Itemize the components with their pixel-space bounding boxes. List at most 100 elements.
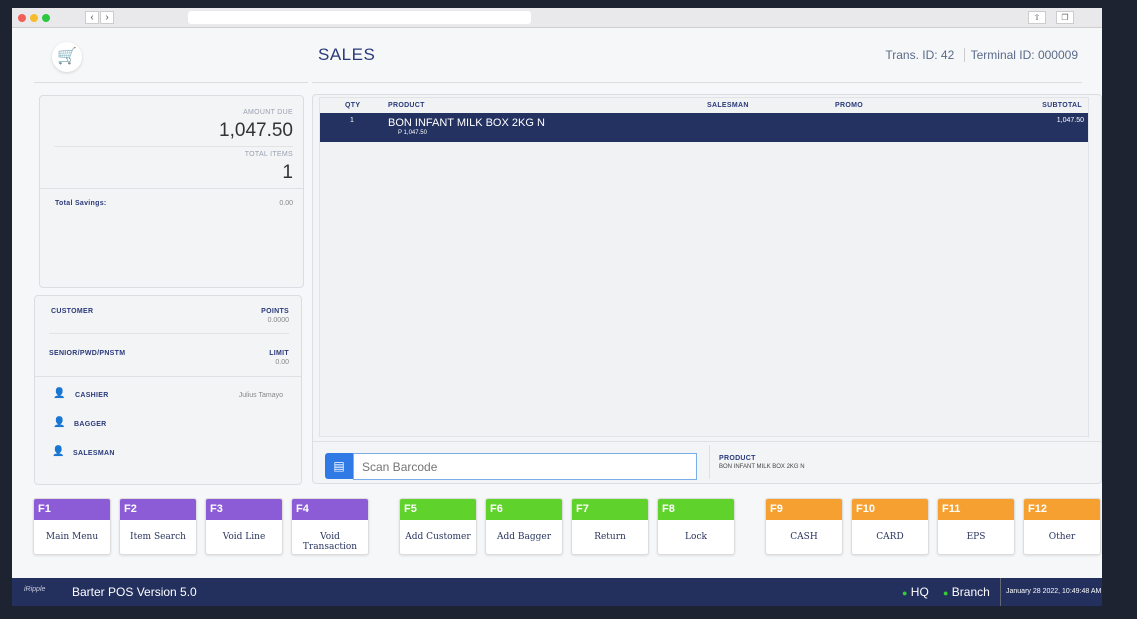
column-qty: QTY	[345, 102, 361, 109]
branch-label: Branch	[951, 585, 990, 599]
close-window-button[interactable]	[18, 14, 26, 22]
customer-label[interactable]: CUSTOMER	[51, 308, 93, 315]
fkey-label: F9	[766, 499, 842, 520]
online-dot-icon: ●	[943, 588, 949, 598]
fkey-f12-button[interactable]: F12 Other	[1023, 498, 1101, 555]
fkey-f9-button[interactable]: F9 CASH	[765, 498, 843, 555]
bagger-label: BAGGER	[74, 421, 107, 428]
hq-status: ● HQ	[902, 585, 929, 599]
column-subtotal: SUBTOTAL	[1042, 102, 1082, 109]
senior-label[interactable]: SENIOR/PWD/PNSTM	[49, 350, 125, 357]
fkey-action: Lock	[685, 532, 707, 542]
row-product: BON INFANT MILK BOX 2KG N	[388, 117, 545, 129]
datetime: January 28 2022, 10:49:48 AM	[1006, 588, 1102, 595]
user-icon: 👤	[53, 417, 66, 428]
limit: 0.00	[275, 359, 289, 366]
row-subtotal: 1,047.50	[1056, 117, 1084, 124]
fkey-f2-button[interactable]: F2 Item Search	[119, 498, 197, 555]
scanned-product-label: PRODUCT	[719, 455, 756, 462]
fkey-f4-button[interactable]: F4 Void Transaction	[291, 498, 369, 555]
forward-icon[interactable]: ›	[100, 11, 114, 24]
fkey-label: F8	[658, 499, 734, 520]
points-label: POINTS	[261, 308, 289, 315]
fkey-label: F5	[400, 499, 476, 520]
fkey-action: Other	[1048, 532, 1076, 542]
fkey-label: F6	[486, 499, 562, 520]
fkey-action: Void Transaction	[302, 532, 358, 552]
cart-logo-icon: 🛒	[52, 42, 82, 72]
summary-card: AMOUNT DUE 1,047.50 TOTAL ITEMS 1 Total …	[39, 95, 304, 288]
fkey-f11-button[interactable]: F11 EPS	[937, 498, 1015, 555]
tabs-icon[interactable]: ❐	[1056, 11, 1074, 24]
fkey-action: CARD	[876, 532, 904, 542]
cashier-name: Julius Tamayo	[238, 392, 283, 399]
amount-due-label: AMOUNT DUE	[243, 109, 293, 116]
total-items-label: TOTAL ITEMS	[244, 151, 293, 158]
column-promo: PROMO	[835, 102, 863, 109]
url-bar[interactable]	[188, 11, 531, 24]
minimize-window-button[interactable]	[30, 14, 38, 22]
table-row[interactable]: 1 BON INFANT MILK BOX 2KG N P 1,047.50 1…	[320, 113, 1088, 142]
limit-label: LIMIT	[269, 350, 289, 357]
sales-panel: QTY PRODUCT SALESMAN PROMO SUBTOTAL 1 BO…	[312, 94, 1102, 484]
fkey-label: F12	[1024, 499, 1100, 520]
fkey-f5-button[interactable]: F5 Add Customer	[399, 498, 477, 555]
transaction-info: Trans. ID: 42 Terminal ID: 000009	[885, 48, 1078, 62]
amount-due: 1,047.50	[219, 120, 293, 141]
share-icon[interactable]: ⇧	[1028, 11, 1046, 24]
fkey-f7-button[interactable]: F7 Return	[571, 498, 649, 555]
hq-label: HQ	[910, 585, 929, 599]
fkey-label: F4	[292, 499, 368, 520]
row-price: P 1,047.50	[398, 130, 427, 136]
divider	[34, 82, 308, 83]
online-dot-icon: ●	[902, 588, 908, 598]
fkey-action: EPS	[966, 532, 986, 542]
items-table: QTY PRODUCT SALESMAN PROMO SUBTOTAL 1 BO…	[319, 97, 1089, 437]
version-text: Barter POS Version 5.0	[72, 585, 197, 599]
page-title: SALES	[318, 45, 376, 64]
fkey-action: Main Menu	[45, 532, 99, 542]
fkey-action: Add Customer	[405, 532, 471, 542]
barcode-icon[interactable]: ▤	[325, 453, 353, 479]
user-icon: 👤	[53, 388, 66, 399]
fkey-f1-button[interactable]: F1 Main Menu	[33, 498, 111, 555]
app-window: ‹ › ⇧ ❐ 🛒 SALES Trans. ID: 42 Terminal I…	[12, 8, 1102, 606]
row-qty: 1	[350, 117, 354, 124]
fkey-label: F10	[852, 499, 928, 520]
cashier-label: CASHIER	[75, 392, 109, 399]
fkey-action: Add Bagger	[496, 532, 551, 542]
total-items: 1	[282, 162, 293, 183]
fkey-f8-button[interactable]: F8 Lock	[657, 498, 735, 555]
fkey-f6-button[interactable]: F6 Add Bagger	[485, 498, 563, 555]
fkey-action: Void Line	[222, 532, 266, 542]
divider	[312, 82, 1082, 83]
fkey-f10-button[interactable]: F10 CARD	[851, 498, 929, 555]
points: 0.0000	[267, 317, 289, 324]
fkey-label: F3	[206, 499, 282, 520]
iripple-logo: iRipple	[24, 586, 46, 593]
fkey-label: F2	[120, 499, 196, 520]
scan-barcode-input[interactable]	[353, 453, 697, 480]
fkey-action: CASH	[790, 532, 818, 542]
column-salesman: SALESMAN	[707, 102, 749, 109]
fkey-f3-button[interactable]: F3 Void Line	[205, 498, 283, 555]
user-icon: 👤	[52, 446, 65, 457]
terminal-id: Terminal ID: 000009	[970, 48, 1078, 62]
browser-chrome: ‹ › ⇧ ❐	[12, 8, 1102, 28]
branch-status: ● Branch	[943, 585, 990, 599]
scanned-product: BON INFANT MILK BOX 2KG N	[719, 464, 805, 470]
fkey-action: Return	[594, 532, 626, 542]
total-savings-label: Total Savings:	[55, 200, 107, 207]
fkey-label: F1	[34, 499, 110, 520]
column-product: PRODUCT	[388, 102, 425, 109]
fkey-label: F7	[572, 499, 648, 520]
total-savings: 0.00	[279, 200, 293, 207]
fkey-label: F11	[938, 499, 1014, 520]
back-icon[interactable]: ‹	[85, 11, 99, 24]
status-bar: iRipple Barter POS Version 5.0 ● HQ ● Br…	[12, 578, 1102, 606]
customer-card: CUSTOMER POINTS 0.0000 SENIOR/PWD/PNSTM …	[34, 295, 302, 485]
salesman-label: SALESMAN	[73, 450, 115, 457]
maximize-window-button[interactable]	[42, 14, 50, 22]
trans-id: Trans. ID: 42	[885, 48, 955, 62]
fkey-action: Item Search	[130, 532, 186, 542]
